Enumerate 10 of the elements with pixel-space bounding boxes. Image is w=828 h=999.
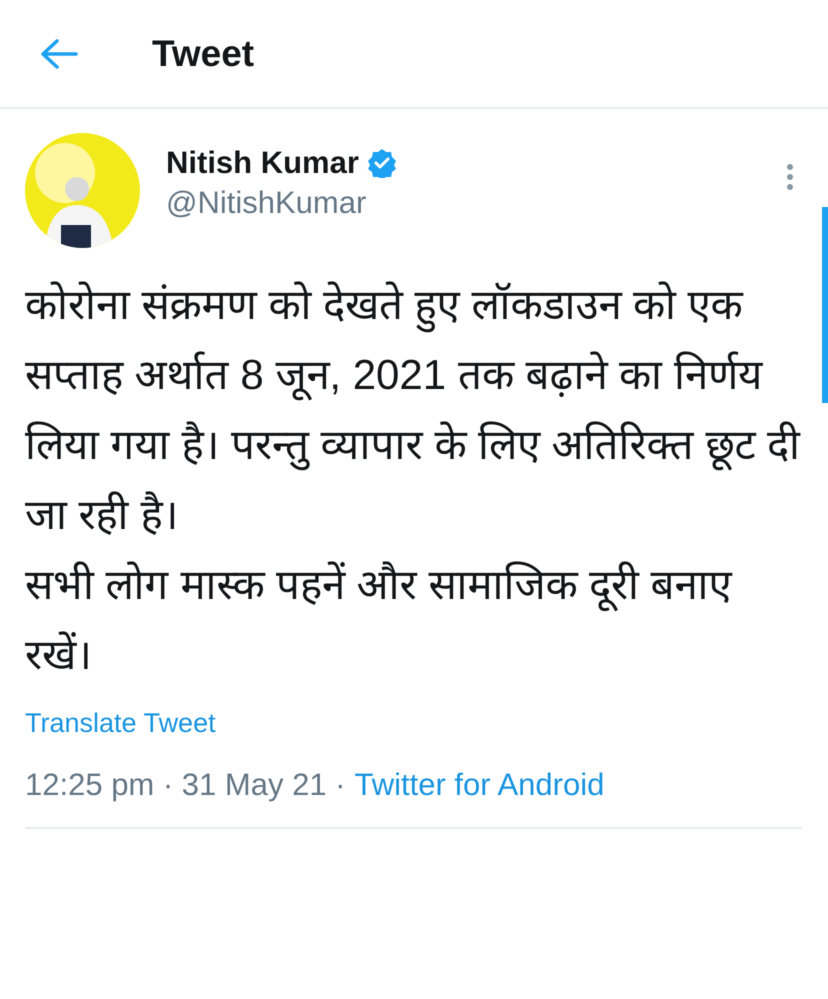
tweet-text: कोरोना संक्रमण को देखते हुए लॉकडाउन को एक सप्ताह अर्थात 8 जून, 2021 तक बढ़ाने का निर्णय लिया गया है। परन्तु व्यापार के लिए अतिरिक्त छूट दी जा रही है। (25, 280, 802, 540)
tweet-text: सभी लोग मास्क पहनें और सामाजिक दूरी बनाए रखें। (25, 560, 734, 680)
source-link[interactable]: Twitter for Android (354, 767, 604, 803)
timestamp: 12:25 pm · 31 May 21 · (25, 767, 346, 803)
translate-link[interactable]: Translate Tweet (25, 708, 216, 739)
more-icon[interactable] (786, 163, 794, 191)
page-title: Tweet (152, 32, 254, 74)
author-handle[interactable]: @NitishKumar (166, 185, 397, 221)
author-name[interactable]: Nitish Kumar (166, 145, 359, 181)
back-icon[interactable] (40, 38, 78, 68)
